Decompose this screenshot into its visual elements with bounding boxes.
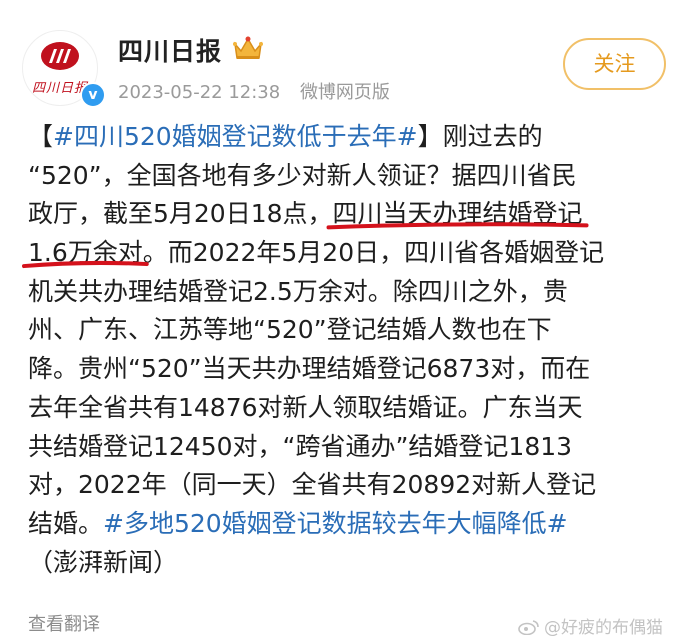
post-text: 降。贵州“520”当天共办理结婚登记6873对，而在 [28, 354, 591, 384]
post-text: 对，2022年（同一天）全省共有20892对新人登记 [28, 470, 597, 500]
post-text: 结婚。 [28, 508, 104, 538]
post-text: 】刚过去的 [417, 122, 543, 151]
post-text: “520”，全国各地有多少对新人领证？据四川省民 [28, 160, 577, 190]
post-line: 结婚。#多地520婚姻登记数据较去年大幅降低# [28, 505, 678, 544]
newspaper-logo-icon [41, 42, 79, 70]
translate-link[interactable]: 查看翻译 [28, 610, 100, 636]
watermark: @好疲的布偶猫 [518, 613, 663, 638]
post-line: 共结婚登记12450对，“跨省通办”结婚登记1813 [28, 428, 678, 467]
post-text: 机关共办理结婚登记2.5万余对。除四川之外，贵 [28, 276, 568, 306]
post-line: “520”，全国各地有多少对新人领证？据四川省民 [28, 157, 678, 196]
post-line: （澎湃新闻） [28, 544, 678, 583]
post-header: 四川日报 v 四川日报 2023-05-22 12:38 微博网页版 关注 [0, 0, 690, 115]
post-source: 微博网页版 [299, 82, 390, 103]
post-text: 【 [28, 122, 54, 151]
post-line: 1.6万余对。而2022年5月20日，四川省各婚姻登记 [28, 234, 678, 273]
post-line: 去年全省共有14876对新人领取结婚证。广东当天 [28, 389, 678, 428]
watermark-text: @好疲的布偶猫 [544, 618, 663, 638]
post-text: （澎湃新闻） [28, 547, 179, 577]
post-line: 【#四川520婚姻登记数低于去年#】刚过去的 [28, 118, 678, 157]
post-text: 共结婚登记12450对，“跨省通办”结婚登记1813 [28, 431, 573, 461]
post-line: 机关共办理结婚登记2.5万余对。除四川之外，贵 [28, 273, 678, 312]
post-meta: 2023-05-22 12:38 微博网页版 [118, 78, 390, 104]
post-timestamp: 2023-05-22 12:38 [118, 82, 281, 103]
follow-button[interactable]: 关注 [563, 38, 666, 90]
hashtag-link[interactable]: #四川520婚姻登记数低于去年# [53, 122, 418, 151]
post-text: 去年全省共有14876对新人领取结婚证。广东当天 [28, 392, 583, 422]
hashtag-link[interactable]: #多地520婚姻登记数据较去年大幅降低# [103, 509, 568, 538]
post-body: 【#四川520婚姻登记数低于去年#】刚过去的 “520”，全国各地有多少对新人领证… [28, 118, 678, 582]
post-line: 州、广东、江苏等地“520”登记结婚人数也在下 [28, 311, 678, 350]
verified-icon: v [80, 82, 106, 108]
post-line: 对，2022年（同一天）全省共有20892对新人登记 [28, 466, 678, 505]
highlighted-text: 四川当天办理结婚登记 [332, 199, 583, 229]
post-text: 州、广东、江苏等地“520”登记结婚人数也在下 [28, 315, 552, 345]
post-line: 政厅，截至5月20日18点，四川当天办理结婚登记 [28, 195, 678, 234]
highlighted-text: 1.6万余对 [28, 238, 143, 268]
account-name[interactable]: 四川日报 [118, 32, 222, 68]
crown-badge-icon[interactable] [232, 34, 264, 62]
post-line: 降。贵州“520”当天共办理结婚登记6873对，而在 [28, 350, 678, 389]
weibo-watermark-icon [518, 620, 539, 635]
post-text: 。而2022年5月20日，四川省各婚姻登记 [142, 238, 605, 268]
post-text: 政厅，截至5月20日18点， [28, 199, 333, 229]
